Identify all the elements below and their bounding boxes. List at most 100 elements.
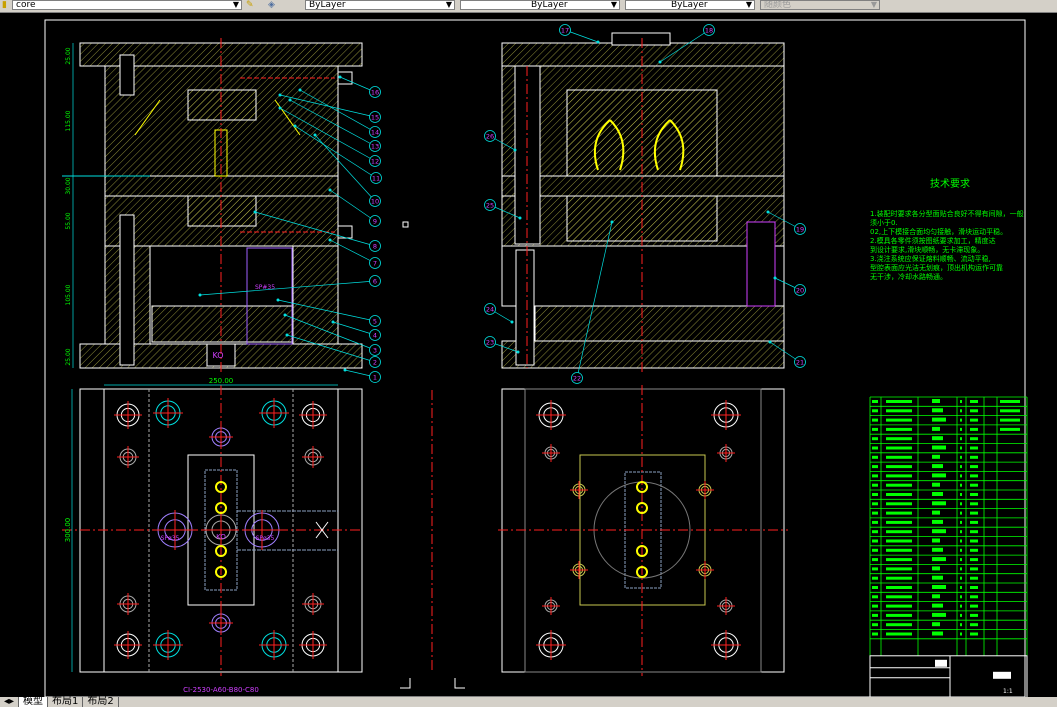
lineweight-dropdown[interactable]: ByLayer ▼ bbox=[625, 0, 755, 10]
layer-previous-icon[interactable]: ◈ bbox=[268, 0, 280, 10]
tab-nav-arrows[interactable]: ◂▸ bbox=[0, 697, 20, 707]
color-dropdown[interactable]: ByLayer ▼ bbox=[305, 0, 455, 10]
bom-row bbox=[870, 443, 1027, 450]
part-balloon: 1 bbox=[343, 368, 381, 383]
chevron-down-icon: ▼ bbox=[232, 0, 239, 9]
chevron-down-icon: ▼ bbox=[610, 0, 617, 9]
bom-row bbox=[870, 405, 1027, 413]
balloon-number: 24 bbox=[486, 306, 494, 314]
hole-circle bbox=[299, 401, 327, 429]
hole-circle bbox=[259, 398, 289, 428]
bom-row bbox=[870, 470, 1027, 478]
dim-2: 115.00 bbox=[65, 110, 72, 131]
drawing-canvas[interactable]: KO SP#35 25.00 115.00 30.00 55.00 105.00… bbox=[0, 13, 1057, 697]
hole-circle bbox=[302, 593, 324, 615]
balloon-number: 9 bbox=[373, 218, 377, 226]
bom-row bbox=[870, 536, 1027, 543]
hole-circle bbox=[570, 481, 588, 499]
balloon-number: 17 bbox=[561, 27, 569, 35]
part-balloon: 16 bbox=[338, 75, 381, 98]
bom-row bbox=[870, 415, 1027, 422]
balloon-number: 2 bbox=[373, 359, 377, 367]
balloon-number: 25 bbox=[486, 202, 494, 210]
balloon-number: 7 bbox=[373, 260, 377, 268]
hole-circle bbox=[259, 630, 289, 660]
bom-row bbox=[870, 610, 1027, 617]
balloon-number: 6 bbox=[373, 278, 377, 286]
ucs-marker bbox=[402, 221, 409, 228]
tech-line: 型腔表面应光洁无划痕，顶出机构运作可靠 bbox=[870, 264, 1003, 272]
hole-circle bbox=[696, 561, 714, 579]
hole-circle bbox=[717, 597, 735, 615]
hole-circle bbox=[114, 631, 142, 659]
color-value: ByLayer bbox=[309, 0, 346, 10]
plotstyle-dropdown: 随颜色 ▼ bbox=[760, 0, 880, 10]
balloon-number: 23 bbox=[486, 339, 494, 347]
dim-height: 300.00 bbox=[64, 518, 72, 543]
ejector-space bbox=[501, 245, 785, 307]
dim-1: 25.00 bbox=[65, 47, 72, 64]
vertical-dimensions: 25.00 115.00 30.00 55.00 105.00 25.00 bbox=[65, 43, 74, 368]
bom-row bbox=[870, 461, 1027, 469]
tech-line: 1.装配时要求各分型面贴合良好不得有间隙，一般须小于0. bbox=[870, 210, 1024, 227]
bom-row bbox=[870, 554, 1027, 562]
dim-5: 105.00 bbox=[65, 284, 72, 305]
balloon-number: 16 bbox=[371, 89, 379, 97]
balloon-number: 15 bbox=[371, 114, 379, 122]
part-balloon: 17 bbox=[559, 24, 600, 44]
top-clamp-plate bbox=[501, 42, 785, 67]
hole-circle bbox=[717, 444, 735, 462]
bom-row bbox=[870, 480, 1027, 487]
bill-of-materials-table bbox=[869, 396, 1028, 697]
bom-row bbox=[870, 526, 1027, 534]
hole-circle bbox=[209, 425, 233, 449]
bom-row bbox=[870, 619, 1027, 627]
tech-line: 02,上下模接合面均匀接触，滑块运动平稳。 bbox=[870, 228, 1008, 236]
balloon-number: 26 bbox=[486, 133, 494, 141]
spacer-block-right bbox=[292, 245, 339, 345]
part-balloon: 6 bbox=[198, 275, 381, 297]
hole-circle bbox=[155, 510, 195, 550]
bom-row bbox=[870, 396, 1027, 403]
tab-layout2[interactable]: 布局2 bbox=[83, 697, 119, 707]
balloon-number: 18 bbox=[705, 27, 713, 35]
linetype-dropdown[interactable]: ByLayer ▼ bbox=[460, 0, 620, 10]
dim-width: 250.00 bbox=[209, 377, 234, 385]
front-section-view bbox=[62, 38, 363, 372]
balloon-number: 1 bbox=[373, 374, 377, 382]
chevron-down-icon: ▼ bbox=[445, 0, 452, 9]
balloon-number: 4 bbox=[373, 332, 377, 340]
bom-row bbox=[870, 489, 1027, 496]
layer-dropdown[interactable]: core ▼ bbox=[12, 0, 242, 10]
tech-line: 2.模具各零件须按图纸要求加工，精度达 bbox=[870, 237, 996, 245]
tab-model[interactable]: 模型 bbox=[19, 697, 49, 707]
sp-label-left: SPø35 bbox=[161, 535, 180, 542]
lineweight-value: ByLayer bbox=[671, 0, 708, 10]
balloon-number: 5 bbox=[373, 318, 377, 326]
balloon-number: 11 bbox=[372, 175, 380, 183]
hole-circle bbox=[114, 401, 142, 429]
bom-row bbox=[870, 498, 1027, 506]
return-pin bbox=[515, 249, 535, 366]
tab-layout1[interactable]: 布局1 bbox=[48, 697, 84, 707]
tech-requirements-title: 技术要求 bbox=[930, 179, 970, 190]
layout-tabs: ◂▸ 模型 布局1 布局2 bbox=[0, 697, 1057, 707]
dim-4: 55.00 bbox=[65, 212, 72, 229]
hole-circle bbox=[536, 630, 566, 660]
side-section-view bbox=[501, 32, 785, 372]
bom-row bbox=[870, 424, 1027, 431]
bom-row bbox=[870, 564, 1027, 571]
bom-row bbox=[870, 629, 1027, 636]
hole-circle bbox=[153, 630, 183, 660]
hole-circle bbox=[711, 630, 741, 660]
hole-circle bbox=[299, 631, 327, 659]
make-current-icon[interactable]: ✎ bbox=[246, 0, 258, 10]
balloon-number: 12 bbox=[371, 158, 379, 166]
chevron-down-icon: ▼ bbox=[870, 0, 877, 9]
hole-circle bbox=[203, 512, 239, 548]
bom-row bbox=[870, 601, 1027, 608]
balloon-number: 14 bbox=[371, 129, 379, 137]
bom-row bbox=[870, 573, 1027, 580]
bom-row bbox=[870, 517, 1027, 524]
bom-row bbox=[870, 508, 1027, 515]
